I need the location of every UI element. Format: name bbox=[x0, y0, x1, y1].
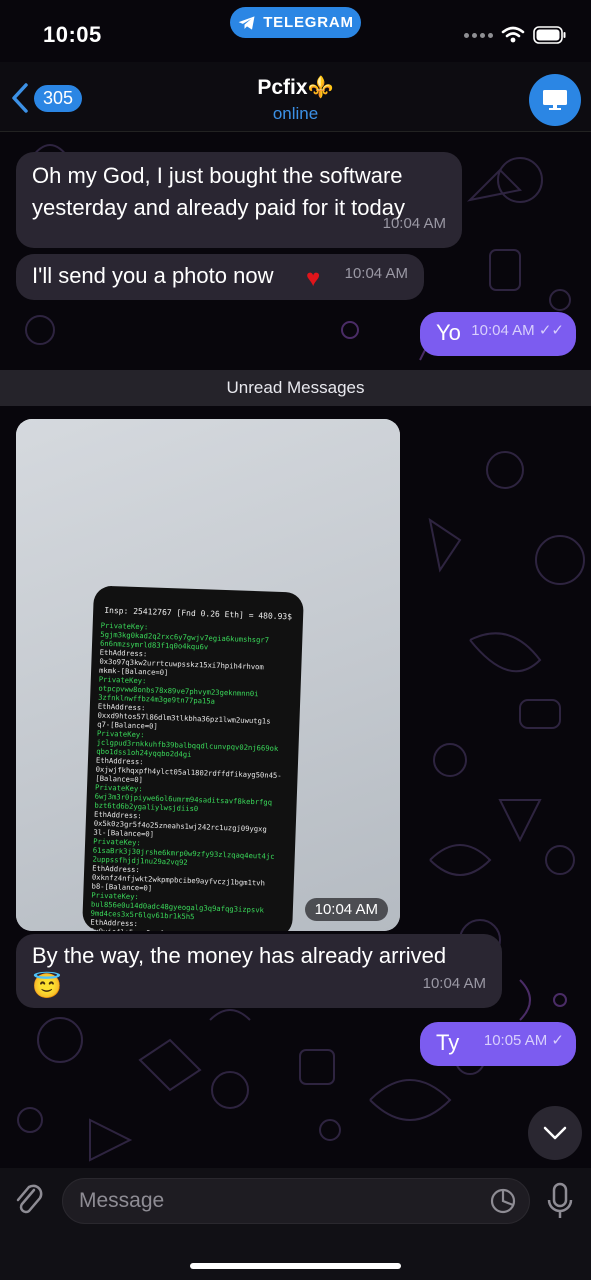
attach-icon[interactable] bbox=[12, 1180, 46, 1220]
chat-title[interactable]: Pcfix⚜️ bbox=[0, 76, 591, 100]
clock: 10:05 bbox=[43, 22, 102, 47]
battery-icon bbox=[533, 26, 566, 44]
chat-status: online bbox=[272, 104, 319, 123]
sent-check-icon: ✓ bbox=[551, 1032, 564, 1049]
unread-messages-divider: Unread Messages bbox=[0, 370, 591, 406]
telegram-pill[interactable]: TELEGRAM bbox=[230, 7, 361, 38]
message-text: By the way, the money has already arrive… bbox=[32, 943, 447, 968]
incoming-message[interactable]: Oh my God, I just bought the software ye… bbox=[16, 152, 462, 248]
photo-message[interactable]: Insp: 25412767 [Fnd 0.26 Eth] = 480.93$ … bbox=[16, 419, 400, 931]
message-time: 10:04 AM bbox=[471, 322, 535, 339]
photo-time: 10:04 AM bbox=[304, 898, 388, 921]
message-text: Ty bbox=[436, 1030, 460, 1055]
system-icons bbox=[464, 26, 567, 44]
message-time: 10:05 AM bbox=[483, 1032, 548, 1049]
signal-dots-icon bbox=[464, 32, 493, 38]
scroll-down-icon bbox=[543, 1126, 567, 1140]
scroll-down-button[interactable] bbox=[528, 1106, 582, 1160]
message-field[interactable] bbox=[62, 1178, 530, 1224]
message-time: 10:04 AM bbox=[344, 265, 408, 282]
incoming-message[interactable]: I'll send you a photo now ♥ 10:04 AM bbox=[16, 254, 424, 300]
read-checks-icon: ✓✓ bbox=[538, 322, 564, 339]
message-text: I'll send you a photo now bbox=[32, 263, 274, 288]
desktop-icon bbox=[543, 90, 567, 110]
telegram-pill-label: TELEGRAM bbox=[263, 14, 354, 31]
status-bar: 10:05 TELEGRAM bbox=[0, 0, 591, 62]
avatar[interactable] bbox=[529, 74, 581, 126]
outgoing-message[interactable]: Yo 10:04 AM ✓✓ bbox=[420, 312, 576, 356]
photo-screen-lines: PrivateKey: 5gjm3kg0kad2q2rxc6y7gwjv7egi… bbox=[87, 621, 295, 931]
home-indicator[interactable] bbox=[190, 1263, 401, 1269]
halo-emoji: 😇 bbox=[32, 973, 62, 1000]
chat-header: 305 Pcfix⚜️ online bbox=[0, 62, 591, 132]
message-text: Yo bbox=[436, 320, 461, 345]
photo-screen-title: Insp: 25412767 [Fnd 0.26 Eth] = 480.93$ bbox=[104, 605, 293, 622]
heart-reaction-icon[interactable]: ♥ bbox=[306, 263, 320, 295]
photo-phone-screen: Insp: 25412767 [Fnd 0.26 Eth] = 480.93$ … bbox=[82, 585, 304, 931]
message-time: 10:04 AM bbox=[382, 215, 446, 232]
message-composer bbox=[0, 1168, 591, 1280]
microphone-icon[interactable] bbox=[546, 1182, 574, 1220]
sticker-icon[interactable] bbox=[489, 1187, 517, 1215]
message-time: 10:04 AM bbox=[422, 975, 486, 992]
telegram-icon bbox=[238, 15, 255, 30]
wifi-icon bbox=[501, 26, 525, 43]
incoming-message[interactable]: By the way, the money has already arrive… bbox=[16, 934, 502, 1008]
outgoing-message[interactable]: Ty 10:05 AM ✓ bbox=[420, 1022, 576, 1066]
message-input[interactable] bbox=[79, 1187, 479, 1215]
